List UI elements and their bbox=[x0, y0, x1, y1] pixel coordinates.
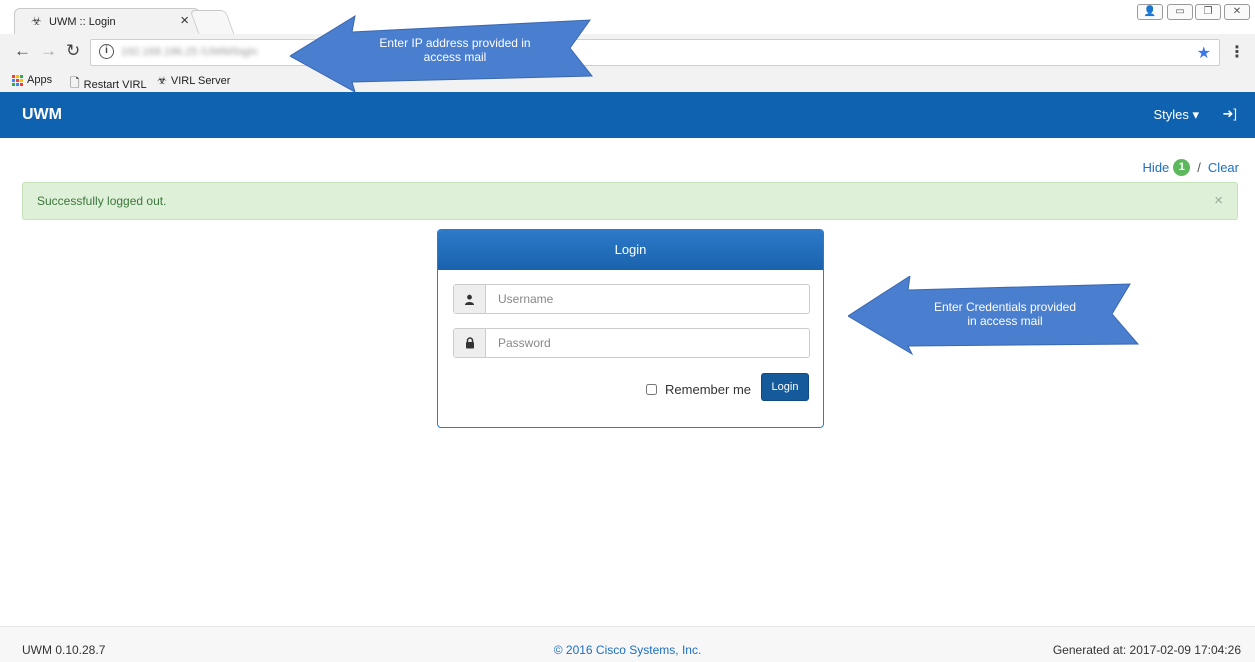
tab-strip: ☣ UWM :: Login × 👤 ▭ ❐ ✕ bbox=[0, 0, 1255, 36]
bookmark-virl-server[interactable]: ☣ VIRL Server bbox=[157, 74, 231, 88]
page-footer: UWM 0.10.28.7 © 2016 Cisco Systems, Inc.… bbox=[0, 626, 1255, 662]
styles-dropdown[interactable]: Styles ▾ bbox=[1153, 107, 1199, 123]
biohazard-icon: ☣ bbox=[157, 75, 167, 87]
password-input[interactable] bbox=[486, 329, 809, 357]
clear-link[interactable]: Clear bbox=[1208, 160, 1239, 175]
apps-grid-icon bbox=[12, 74, 23, 86]
reload-icon[interactable]: ↻ bbox=[66, 42, 80, 60]
tab-close-icon[interactable]: × bbox=[180, 12, 189, 29]
minimize-icon[interactable]: ▭ bbox=[1167, 4, 1193, 20]
close-window-icon[interactable]: ✕ bbox=[1224, 4, 1250, 20]
browser-menu-icon[interactable]: ⋮ bbox=[1229, 42, 1245, 62]
info-icon[interactable]: i bbox=[99, 44, 114, 59]
hide-link[interactable]: Hide bbox=[1143, 160, 1170, 175]
bookmark-apps-label: Apps bbox=[27, 74, 53, 86]
password-group bbox=[453, 328, 810, 358]
ip-callout-line2: access mail bbox=[423, 50, 487, 64]
cred-callout-line2: in access mail bbox=[967, 314, 1043, 328]
login-button[interactable]: Login bbox=[761, 373, 809, 401]
cred-callout-line1: Enter Credentials provided bbox=[933, 300, 1077, 314]
username-group bbox=[453, 284, 810, 314]
browser-toolbar: ← → ↻ i 192.168.196.25 /UWM/login ★ ⋮ bbox=[0, 34, 1255, 70]
forward-icon[interactable]: → bbox=[40, 42, 57, 60]
bookmark-virl-label: VIRL Server bbox=[170, 74, 231, 87]
remember-me-checkbox[interactable] bbox=[646, 384, 658, 395]
remember-me-label: Remember me bbox=[665, 382, 751, 397]
username-input[interactable] bbox=[486, 285, 809, 313]
brand-title[interactable]: UWM bbox=[22, 106, 62, 124]
credentials-callout-text: Enter Credentials provided in access mai… bbox=[905, 300, 1105, 328]
browser-chrome: ☣ UWM :: Login × 👤 ▭ ❐ ✕ ← → ↻ i 192.168… bbox=[0, 0, 1255, 92]
profile-icon[interactable]: 👤 bbox=[1137, 4, 1163, 20]
login-panel: Login Remember me Login bbox=[437, 229, 824, 428]
remember-me[interactable]: Remember me bbox=[646, 382, 751, 397]
browser-tab[interactable]: ☣ UWM :: Login × bbox=[14, 8, 200, 36]
restore-icon[interactable]: ❐ bbox=[1195, 4, 1221, 20]
alert-close-icon[interactable]: × bbox=[1214, 192, 1223, 209]
biohazard-icon: ☣ bbox=[31, 14, 42, 28]
bookmark-star-icon[interactable]: ★ bbox=[1197, 43, 1211, 63]
notification-controls: Hide 1 / Clear bbox=[1143, 159, 1239, 176]
bookmarks-bar: Apps 🗋 Restart VIRL ☣ VIRL Server bbox=[0, 70, 1255, 92]
bookmark-apps[interactable]: Apps bbox=[12, 74, 52, 86]
generated-timestamp: Generated at: 2017-02-09 17:04:26 bbox=[1052, 643, 1241, 657]
sign-in-icon[interactable]: ➜] bbox=[1222, 106, 1237, 122]
success-alert: Successfully logged out. × bbox=[22, 182, 1238, 220]
new-tab-button[interactable] bbox=[189, 10, 235, 34]
back-icon[interactable]: ← bbox=[14, 42, 31, 60]
app-navbar: UWM Styles ▾ ➜] bbox=[0, 92, 1255, 138]
ip-callout-line1: Enter IP address provided in bbox=[379, 36, 531, 50]
notification-count-badge: 1 bbox=[1173, 159, 1191, 176]
bookmark-restart-label: Restart VIRL bbox=[83, 78, 147, 91]
login-panel-heading: Login bbox=[438, 230, 823, 270]
user-icon bbox=[454, 285, 486, 313]
ip-callout-text: Enter IP address provided in access mail bbox=[345, 36, 565, 64]
tab-title: UWM :: Login bbox=[49, 16, 116, 28]
address-url[interactable]: 192.168.196.25 /UWM/login bbox=[121, 46, 257, 58]
lock-icon bbox=[454, 329, 486, 357]
alert-message: Successfully logged out. bbox=[37, 194, 167, 208]
address-bar[interactable]: i 192.168.196.25 /UWM/login ★ bbox=[90, 39, 1220, 66]
separator: / bbox=[1197, 160, 1201, 175]
